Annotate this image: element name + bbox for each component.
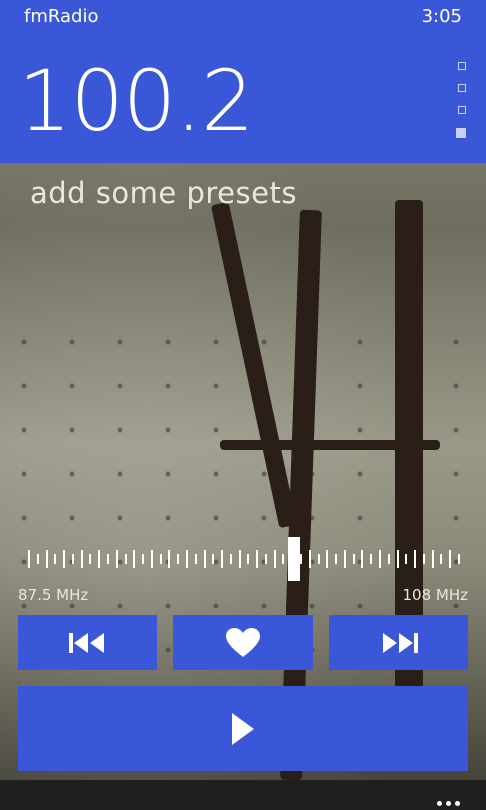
frequency-tuner-slider[interactable] — [28, 533, 460, 583]
current-frequency: 100.2 — [18, 52, 254, 150]
tuner-tick — [282, 554, 284, 564]
tuner-tick — [81, 550, 83, 568]
app-bar — [0, 780, 486, 810]
pivot-page-indicator[interactable] — [455, 62, 467, 152]
tuner-tick — [133, 550, 135, 568]
skip-previous-icon — [68, 632, 104, 653]
next-station-button[interactable] — [329, 615, 468, 670]
page-indicator-dot-active — [456, 128, 466, 138]
previous-station-button[interactable] — [18, 615, 157, 670]
tuner-tick — [405, 554, 407, 564]
tuner-tick — [247, 554, 249, 564]
tuner-tick — [388, 554, 390, 564]
tuner-tick — [414, 550, 416, 568]
tuner-tick — [54, 554, 56, 564]
tuner-tick — [186, 550, 188, 568]
tuner-tick — [239, 550, 241, 568]
ellipsis-icon — [446, 801, 451, 806]
tuner-tick — [458, 554, 460, 564]
tuner-tick — [107, 554, 109, 564]
tuner-tick — [221, 550, 223, 568]
page-indicator-dot — [458, 106, 466, 114]
play-icon — [232, 712, 254, 745]
tuner-tick — [274, 550, 276, 568]
tuner-tick — [370, 554, 372, 564]
background-chair — [395, 200, 423, 760]
add-presets-link[interactable]: add some presets — [30, 176, 297, 210]
tuner-tick — [37, 554, 39, 564]
tuner-tick — [63, 550, 65, 568]
status-clock: 3:05 — [421, 6, 462, 27]
tuner-tick — [335, 554, 337, 564]
ellipsis-icon — [455, 801, 460, 806]
tuner-tick — [230, 554, 232, 564]
min-frequency-label: 87.5 MHz — [18, 586, 89, 604]
tuner-tick — [116, 550, 118, 568]
tuner-tick — [449, 550, 451, 568]
tuner-tick — [168, 550, 170, 568]
tuner-tick — [309, 550, 311, 568]
tuner-tick — [151, 550, 153, 568]
background-chair — [220, 440, 440, 450]
tuner-tick — [160, 554, 162, 564]
page-indicator-dot — [458, 84, 466, 92]
tuner-tick — [300, 554, 302, 564]
page-indicator-dot — [458, 62, 466, 70]
tuner-tick — [432, 550, 434, 568]
tuner-tick — [344, 550, 346, 568]
tuner-tick — [125, 554, 127, 564]
favorite-button[interactable] — [173, 615, 313, 670]
tuner-tick — [204, 550, 206, 568]
tuner-tick — [318, 554, 320, 564]
tuner-tick — [440, 554, 442, 564]
play-button[interactable] — [18, 686, 468, 771]
skip-next-icon — [382, 632, 418, 653]
tuner-tick — [423, 554, 425, 564]
tuner-tick — [177, 554, 179, 564]
tuner-tick — [379, 550, 381, 568]
tuner-tick — [142, 554, 144, 564]
more-options-button[interactable] — [433, 791, 460, 810]
ellipsis-icon — [437, 801, 442, 806]
tuner-tick — [256, 550, 258, 568]
tuner-tick — [353, 554, 355, 564]
heart-icon — [226, 627, 260, 657]
frequency-header: fmRadio 3:05 100.2 — [0, 0, 486, 163]
tuner-needle[interactable] — [288, 537, 300, 581]
fm-radio-screen: fmRadio 3:05 100.2 add some presets 87.5… — [0, 0, 486, 810]
tuner-tick — [212, 554, 214, 564]
app-title: fmRadio — [24, 6, 99, 27]
tuner-tick — [326, 550, 328, 568]
tuner-tick — [195, 554, 197, 564]
tuner-tick — [46, 550, 48, 568]
tuner-tick — [265, 554, 267, 564]
tuner-tick — [89, 554, 91, 564]
tuner-tick — [98, 550, 100, 568]
tuner-tick — [397, 550, 399, 568]
tuner-tick — [72, 554, 74, 564]
tuner-tick — [28, 550, 30, 568]
tuner-tick — [361, 550, 363, 568]
max-frequency-label: 108 MHz — [402, 586, 469, 604]
